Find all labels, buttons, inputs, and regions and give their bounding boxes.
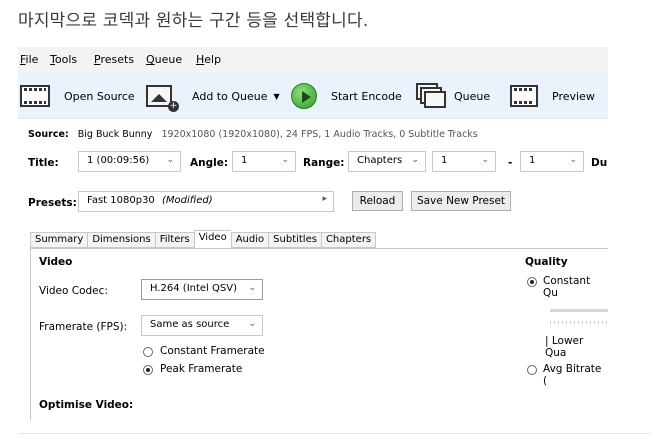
source-label: Source: xyxy=(28,129,69,140)
start-encode-label: Start Encode xyxy=(331,89,402,103)
menu-bar: File Tools Presets Queue Help xyxy=(18,47,608,73)
source-info: Source: Big Buck Bunny 1920x1080 (1920x1… xyxy=(28,129,478,140)
video-section-title: Video xyxy=(39,256,73,268)
queue-icon xyxy=(416,83,446,109)
range-type-select[interactable]: Chapters ⌄ xyxy=(348,151,426,172)
chevron-down-icon: ⌄ xyxy=(248,283,256,293)
quality-slider-ticks xyxy=(550,321,608,324)
avg-bitrate-label: Avg Bitrate ( xyxy=(543,363,602,387)
range-start-select[interactable]: 1 ⌄ xyxy=(432,151,496,172)
open-source-button[interactable]: Open Source xyxy=(20,79,135,113)
handbrake-window: File Tools Presets Queue Help Open Sourc… xyxy=(18,47,608,420)
tab-audio[interactable]: Audio xyxy=(230,232,269,248)
tab-filters[interactable]: Filters xyxy=(154,232,194,248)
title-label: Title: xyxy=(28,157,59,169)
angle-select[interactable]: 1 ⌄ xyxy=(232,151,296,172)
angle-label: Angle: xyxy=(190,157,229,169)
range-dash: - xyxy=(508,157,513,169)
chevron-down-icon: ⌄ xyxy=(166,155,174,165)
queue-label: Queue xyxy=(454,89,491,103)
add-to-queue-button[interactable]: + Add to Queue ▼ xyxy=(146,79,280,113)
tab-subtitles[interactable]: Subtitles xyxy=(268,232,321,248)
optimise-video-label: Optimise Video: xyxy=(39,399,134,411)
quality-slider[interactable] xyxy=(550,309,608,312)
menu-queue[interactable]: Queue xyxy=(146,53,182,66)
quality-section-title: Quality xyxy=(525,256,568,268)
divider xyxy=(18,433,650,434)
preview-button[interactable]: Preview xyxy=(510,79,595,113)
add-picture-icon: + xyxy=(146,83,179,112)
title-select[interactable]: 1 (00:09:56) ⌄ xyxy=(78,151,181,172)
constant-framerate-label: Constant Framerate xyxy=(160,345,265,357)
video-codec-select[interactable]: H.264 (Intel QSV) ⌄ xyxy=(141,279,263,300)
menu-help[interactable]: Help xyxy=(196,53,221,66)
save-new-preset-button[interactable]: Save New Preset xyxy=(411,191,511,211)
menu-tools[interactable]: Tools xyxy=(50,53,77,66)
add-to-queue-label: Add to Queue xyxy=(192,89,268,103)
peak-framerate-label: Peak Framerate xyxy=(160,363,243,375)
play-icon xyxy=(291,83,317,109)
constant-quality-radio[interactable] xyxy=(527,277,537,287)
presets-label: Presets: xyxy=(28,197,77,209)
chevron-down-icon: ⌄ xyxy=(281,155,289,165)
chevron-right-icon: ▸ xyxy=(322,194,327,204)
queue-button[interactable]: Queue xyxy=(416,79,490,113)
source-title: Big Buck Bunny xyxy=(77,129,153,140)
chevron-down-icon: ⌄ xyxy=(411,155,419,165)
menu-presets[interactable]: Presets xyxy=(94,53,134,66)
tab-dimensions[interactable]: Dimensions xyxy=(87,232,155,248)
video-tab-panel: Video Video Codec: H.264 (Intel QSV) ⌄ Fr… xyxy=(30,248,608,420)
start-encode-button[interactable]: Start Encode xyxy=(291,79,402,113)
video-codec-label: Video Codec: xyxy=(39,285,108,297)
source-details: 1920x1080 (1920x1080), 24 FPS, 1 Audio T… xyxy=(161,129,478,140)
tab-video[interactable]: Video xyxy=(193,230,231,249)
avg-bitrate-radio[interactable] xyxy=(527,365,537,375)
tab-chapters[interactable]: Chapters xyxy=(320,232,377,248)
dropdown-caret-icon[interactable]: ▼ xyxy=(273,92,279,101)
range-end-select[interactable]: 1 ⌄ xyxy=(520,151,584,172)
presets-select[interactable]: Fast 1080p30 (Modified) ▸ xyxy=(78,191,334,212)
reload-button[interactable]: Reload xyxy=(352,191,403,211)
toolbar: Open Source + Add to Queue ▼ Start Encod… xyxy=(18,73,608,119)
duration-label: Du xyxy=(591,157,608,169)
caption-text: 마지막으로 코덱과 원하는 구간 등을 선택합니다. xyxy=(18,11,369,31)
menu-file[interactable]: File xyxy=(20,53,38,66)
range-label: Range: xyxy=(303,157,345,169)
constant-framerate-radio[interactable] xyxy=(143,347,153,357)
tab-summary[interactable]: Summary xyxy=(30,232,88,248)
chevron-down-icon: ⌄ xyxy=(569,155,577,165)
constant-quality-label: Constant Qu xyxy=(543,275,591,299)
chevron-down-icon: ⌄ xyxy=(248,319,256,329)
settings-tabs: Summary Dimensions Filters Video Audio S… xyxy=(30,230,377,249)
preview-film-icon xyxy=(510,83,540,109)
framerate-label: Framerate (FPS): xyxy=(39,321,128,333)
peak-framerate-radio[interactable] xyxy=(143,365,153,375)
chevron-down-icon: ⌄ xyxy=(481,155,489,165)
preview-label: Preview xyxy=(552,89,595,103)
open-source-label: Open Source xyxy=(64,89,135,103)
preset-modified-flag: (Modified) xyxy=(161,195,213,206)
framerate-select[interactable]: Same as source ⌄ xyxy=(141,315,263,336)
film-icon xyxy=(20,83,50,109)
lower-quality-label: | Lower Qua xyxy=(545,335,584,359)
